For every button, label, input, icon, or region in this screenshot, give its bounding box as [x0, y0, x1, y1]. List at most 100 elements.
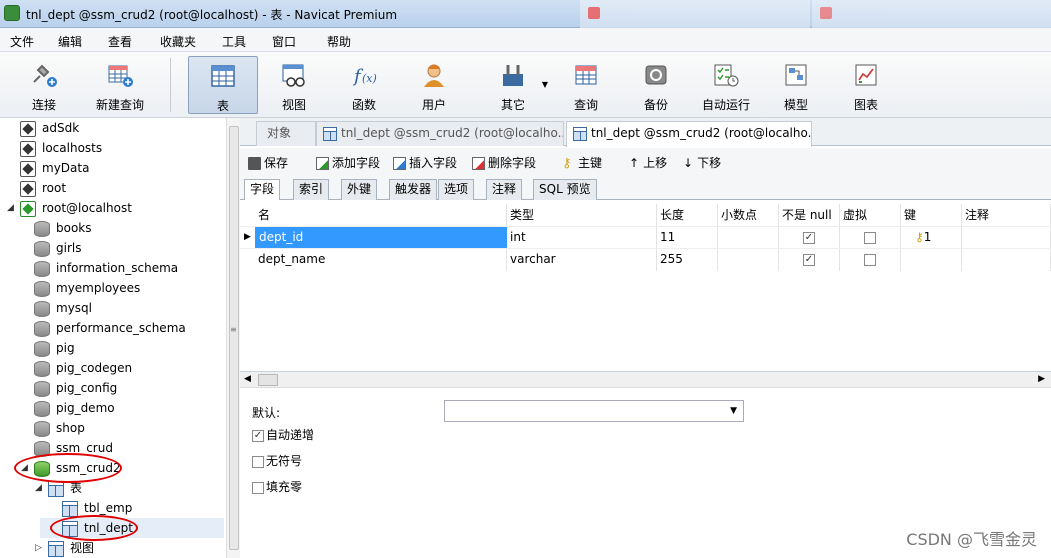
comment-cell[interactable] [962, 249, 1051, 271]
expand-arrow-icon[interactable]: ◢ [35, 483, 42, 493]
primary-key-button[interactable]: ⚷ 主键 [562, 154, 602, 171]
tab-table-design-active[interactable]: tnl_dept @ssm_crud2 (root@localho... [566, 121, 812, 147]
tab-options[interactable]: 选项 [438, 179, 475, 200]
column-header[interactable]: 不是 null [779, 204, 840, 226]
dropdown-arrow-icon[interactable]: ▼ [542, 80, 548, 89]
field-type-cell[interactable]: varchar [507, 249, 657, 271]
user-button[interactable]: 用户 [404, 56, 464, 114]
menu-help[interactable]: 帮助 [327, 33, 351, 50]
database-item[interactable]: pig_demo [34, 398, 115, 418]
field-length-cell[interactable]: 11 [657, 227, 718, 249]
function-button[interactable]: f (x) 函数 [334, 56, 394, 114]
views-folder[interactable]: 视图 [48, 538, 94, 558]
connection-item[interactable]: localhosts [20, 138, 102, 158]
table-button[interactable]: 表 [188, 56, 258, 114]
not-null-cell[interactable]: ✓ [779, 227, 840, 249]
table-row[interactable]: dept_name varchar 255 ✓ [240, 248, 1051, 271]
not-null-cell[interactable]: ✓ [779, 249, 840, 271]
comment-cell[interactable] [962, 227, 1051, 249]
save-button[interactable]: 保存 [248, 154, 288, 171]
checkbox[interactable] [252, 455, 264, 468]
key-cell[interactable] [901, 249, 962, 271]
tab-sql-preview[interactable]: SQL 预览 [533, 179, 597, 200]
zerofill-checkbox[interactable]: 填充零 [252, 478, 302, 495]
not-null-checkbox[interactable]: ✓ [803, 253, 815, 266]
field-decimals-cell[interactable] [718, 249, 779, 271]
menu-file[interactable]: 文件 [10, 33, 34, 50]
menu-view[interactable]: 查看 [108, 33, 132, 50]
unsigned-checkbox[interactable]: 无符号 [252, 452, 302, 469]
menu-window[interactable]: 窗口 [272, 33, 296, 50]
connect-button[interactable]: 连接 [14, 56, 74, 114]
connection-item[interactable]: root@localhost [20, 198, 132, 218]
column-header[interactable]: 名 [255, 204, 507, 226]
sidebar-scrollbar[interactable]: ≡ [226, 118, 240, 558]
expand-arrow-icon[interactable]: ◢ [7, 203, 14, 213]
key-cell[interactable]: ⚷1 [901, 227, 962, 249]
move-down-button[interactable]: ↓ 下移 [683, 154, 721, 171]
database-item[interactable]: performance_schema [34, 318, 186, 338]
new-query-button[interactable]: 新建查询 [88, 56, 152, 114]
schedule-button[interactable]: 自动运行 [696, 56, 756, 114]
field-name-cell[interactable]: dept_name [255, 249, 507, 271]
tab-fields[interactable]: 字段 [244, 179, 281, 201]
database-item[interactable]: mysql [34, 298, 92, 318]
tab-indexes[interactable]: 索引 [293, 179, 330, 200]
connection-item[interactable]: myData [20, 158, 89, 178]
background-window-tab[interactable] [812, 0, 1051, 28]
not-null-checkbox[interactable]: ✓ [803, 231, 815, 244]
default-value-select[interactable]: ▼ [444, 400, 744, 422]
field-type-cell[interactable]: int [507, 227, 657, 249]
database-item[interactable]: information_schema [34, 258, 178, 278]
collapse-arrow-icon[interactable]: ▷ [35, 543, 42, 553]
others-button[interactable]: 其它 ▼ [478, 56, 548, 114]
scroll-left-icon[interactable]: ◀ [244, 374, 251, 384]
chart-button[interactable]: 图表 [836, 56, 896, 114]
database-item[interactable]: books [34, 218, 92, 238]
insert-field-button[interactable]: 插入字段 [393, 154, 457, 171]
menu-favorites[interactable]: 收藏夹 [160, 33, 196, 50]
column-header[interactable]: 类型 [507, 204, 657, 226]
column-header[interactable]: 虚拟 [840, 204, 901, 226]
database-item[interactable]: pig_codegen [34, 358, 132, 378]
scrollbar-thumb[interactable] [229, 126, 239, 550]
database-item[interactable]: pig_config [34, 378, 117, 398]
background-window-tab[interactable] [580, 0, 810, 28]
add-field-button[interactable]: 添加字段 [316, 154, 380, 171]
auto-increment-checkbox[interactable]: ✓ 自动递增 [252, 426, 314, 443]
tab-table-design[interactable]: tnl_dept @ssm_crud2 (root@localho... [316, 121, 564, 146]
column-header[interactable]: 小数点 [718, 204, 779, 226]
tab-comments[interactable]: 注释 [486, 179, 523, 200]
backup-button[interactable]: 备份 [626, 56, 686, 114]
scrollbar-thumb[interactable] [258, 374, 278, 386]
field-length-cell[interactable]: 255 [657, 249, 718, 271]
column-header[interactable]: 键 [901, 204, 962, 226]
move-up-button[interactable]: ↑ 上移 [629, 154, 667, 171]
connection-item[interactable]: root [20, 178, 66, 198]
column-header[interactable]: 注释 [962, 204, 1051, 226]
database-item[interactable]: girls [34, 238, 81, 258]
field-decimals-cell[interactable] [718, 227, 779, 249]
virtual-cell[interactable] [840, 227, 901, 249]
database-item[interactable]: pig [34, 338, 75, 358]
tab-foreign-keys[interactable]: 外键 [341, 179, 378, 200]
view-button[interactable]: 视图 [264, 56, 324, 114]
virtual-checkbox[interactable] [864, 253, 876, 266]
database-item[interactable]: myemployees [34, 278, 140, 298]
database-item[interactable]: shop [34, 418, 85, 438]
checkbox[interactable]: ✓ [252, 429, 264, 442]
query-button[interactable]: 查询 [556, 56, 616, 114]
field-name-cell[interactable]: dept_id [255, 227, 507, 249]
tab-triggers[interactable]: 触发器 [389, 179, 438, 200]
menu-tools[interactable]: 工具 [222, 33, 246, 50]
table-row[interactable]: ▶ dept_id int 11 ✓ ⚷1 [240, 226, 1051, 249]
grid-horizontal-scrollbar[interactable]: ◀ ▶ [240, 372, 1051, 388]
tab-objects[interactable]: 对象 [256, 121, 316, 146]
model-button[interactable]: 模型 [766, 56, 826, 114]
scroll-right-icon[interactable]: ▶ [1038, 374, 1045, 384]
virtual-cell[interactable] [840, 249, 901, 271]
delete-field-button[interactable]: 删除字段 [472, 154, 536, 171]
menu-edit[interactable]: 编辑 [58, 33, 82, 50]
connection-item[interactable]: adSdk [20, 118, 79, 138]
column-header[interactable]: 长度 [657, 204, 718, 226]
